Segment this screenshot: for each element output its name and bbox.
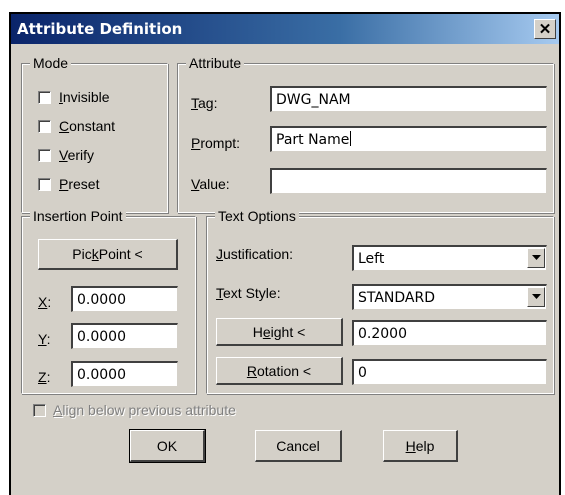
height-button[interactable]: He ight < xyxy=(216,318,343,346)
x-label: X: xyxy=(38,294,52,310)
z-label: Z: xyxy=(38,369,51,385)
cancel-button[interactable]: Cancel xyxy=(255,430,342,462)
close-button[interactable]: ✕ xyxy=(534,19,556,39)
value-label: Value: xyxy=(191,176,230,192)
mode-group-label: Mode xyxy=(30,54,72,72)
pick-point-button[interactable]: Pic k Point < xyxy=(38,239,178,270)
title-bar: Attribute Definition ✕ xyxy=(11,14,559,44)
text-options-group-label: Text Options xyxy=(215,207,299,225)
dialog-title: Attribute Definition xyxy=(17,20,183,38)
z-input[interactable]: 0.0000 xyxy=(71,361,178,387)
constant-checkbox[interactable] xyxy=(38,120,51,133)
prompt-input[interactable]: Part Name xyxy=(270,126,547,152)
rotation-input[interactable]: 0 xyxy=(352,359,547,385)
height-input[interactable]: 0.2000 xyxy=(352,320,547,346)
constant-label: Constant xyxy=(59,118,116,134)
justification-select[interactable]: Left xyxy=(352,245,547,271)
text-style-select[interactable]: STANDARD xyxy=(352,284,547,310)
x-input[interactable]: 0.0000 xyxy=(71,286,178,312)
y-label: Y: xyxy=(38,331,51,347)
chevron-down-icon xyxy=(531,294,541,299)
tag-input[interactable]: DWG_NAM xyxy=(270,86,547,112)
invisible-label: Invisible xyxy=(59,89,110,105)
align-below-checkbox[interactable] xyxy=(33,404,46,417)
close-icon: ✕ xyxy=(538,20,552,38)
align-below-label: Align below previous attribute xyxy=(53,402,236,418)
attribute-definition-dialog: Attribute Definition ✕ Mode Invisible Co… xyxy=(9,12,561,495)
verify-checkbox[interactable] xyxy=(38,149,51,162)
preset-checkbox[interactable] xyxy=(38,178,51,191)
preset-label: Preset xyxy=(59,176,100,192)
text-caret xyxy=(350,131,352,146)
prompt-label: Prompt: xyxy=(191,135,241,151)
help-button[interactable]: Help xyxy=(383,430,458,462)
insertion-point-group-label: Insertion Point xyxy=(30,207,126,225)
text-style-dropdown-button[interactable] xyxy=(527,287,545,307)
value-input[interactable] xyxy=(270,168,547,194)
justification-dropdown-button[interactable] xyxy=(527,248,545,268)
justification-label: Justification: xyxy=(216,246,294,262)
chevron-down-icon xyxy=(531,255,541,260)
attribute-group-label: Attribute xyxy=(186,54,245,72)
text-style-label: Text Style: xyxy=(216,285,281,301)
tag-label: Tag: xyxy=(191,95,218,111)
invisible-checkbox[interactable] xyxy=(38,91,51,104)
verify-label: Verify xyxy=(59,147,95,163)
y-input[interactable]: 0.0000 xyxy=(71,323,178,349)
rotation-button[interactable]: Rotation < xyxy=(216,357,343,385)
ok-button[interactable]: OK xyxy=(129,429,206,463)
